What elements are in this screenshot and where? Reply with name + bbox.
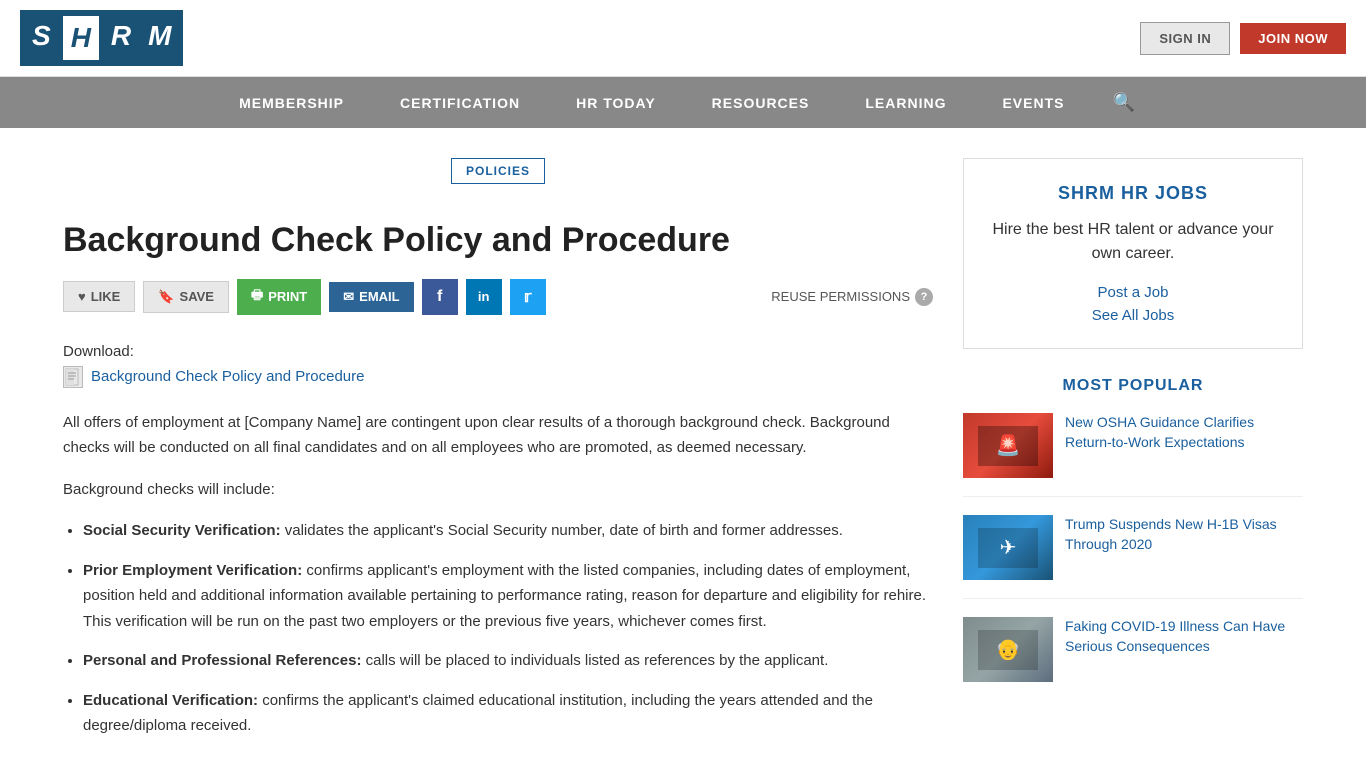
most-popular-title: MOST POPULAR [963,377,1303,395]
download-section: Download: Background Check Policy and Pr… [63,343,933,388]
nav-item-membership[interactable]: MEMBERSHIP [211,80,372,126]
email-label: EMAIL [359,289,399,304]
content-area: POLICIES Background Check Policy and Pro… [63,158,933,753]
main-container: POLICIES Background Check Policy and Pro… [43,128,1323,783]
nav-item-resources[interactable]: RESOURCES [684,80,838,126]
sidebar: SHRM HR JOBS Hire the best HR talent or … [963,158,1303,753]
see-all-jobs-link[interactable]: See All Jobs [984,307,1282,324]
download-label: Download: [63,343,933,360]
site-header: S H R M SIGN IN JOIN NOW [0,0,1366,77]
reuse-permissions[interactable]: REUSE PERMISSIONS ? [771,288,933,306]
logo-r: R [103,14,139,62]
article-thumb-3: 👴 [963,617,1053,682]
popular-article-title-3[interactable]: Faking COVID-19 Illness Can Have Serious… [1065,617,1303,682]
logo-s: S [24,14,59,62]
download-link[interactable]: Background Check Policy and Procedure [63,366,933,388]
hr-jobs-box: SHRM HR JOBS Hire the best HR talent or … [963,158,1303,349]
twitter-icon: 𝕣 [524,287,532,307]
logo-h: H [61,14,101,62]
article-thumb-1: 🚨 [963,413,1053,478]
main-nav: MEMBERSHIP CERTIFICATION HR TODAY RESOUR… [0,77,1366,128]
category-tag[interactable]: POLICIES [451,158,545,184]
hr-jobs-title: SHRM HR JOBS [984,183,1282,204]
linkedin-icon: in [478,289,490,304]
nav-item-hr-today[interactable]: HR TODAY [548,80,684,126]
question-icon: ? [915,288,933,306]
nav-item-certification[interactable]: CERTIFICATION [372,80,548,126]
checks-list: Social Security Verification: validates … [83,518,933,739]
check-term-2: Prior Employment Verification: [83,562,302,579]
join-button[interactable]: JOIN NOW [1240,23,1346,54]
header-actions: SIGN IN JOIN NOW [1140,22,1346,55]
check-item-2: Prior Employment Verification: confirms … [83,558,933,635]
print-button[interactable]: 🖶 PRINT [237,279,321,315]
like-button[interactable]: ♥ LIKE [63,281,135,312]
signin-button[interactable]: SIGN IN [1140,22,1230,55]
save-label: SAVE [180,289,214,304]
linkedin-button[interactable]: in [466,279,502,315]
popular-article-2: ✈ Trump Suspends New H-1B Visas Through … [963,515,1303,599]
most-popular-section: MOST POPULAR 🚨 New OSHA Guidance Clarifi… [963,377,1303,700]
article-thumb-2: ✈ [963,515,1053,580]
popular-article-title-2[interactable]: Trump Suspends New H-1B Visas Through 20… [1065,515,1303,580]
logo[interactable]: S H R M [20,10,183,66]
hr-jobs-links: Post a Job See All Jobs [984,284,1282,324]
nav-item-events[interactable]: EVENTS [974,80,1092,126]
nav-item-learning[interactable]: LEARNING [837,80,974,126]
check-term-3: Personal and Professional References: [83,652,361,669]
check-term-1: Social Security Verification: [83,522,281,539]
checks-intro: Background checks will include: [63,477,933,503]
check-desc-3: calls will be placed to individuals list… [366,652,829,669]
hr-jobs-text: Hire the best HR talent or advance your … [984,218,1282,266]
popular-article-3: 👴 Faking COVID-19 Illness Can Have Serio… [963,617,1303,700]
search-icon[interactable]: 🔍 [1092,77,1154,128]
logo-m: M [140,14,179,62]
article-title: Background Check Policy and Procedure [63,220,933,261]
download-link-text: Background Check Policy and Procedure [91,368,365,385]
check-item-4: Educational Verification: confirms the a… [83,688,933,739]
print-label: PRINT [268,289,307,304]
post-job-link[interactable]: Post a Job [984,284,1282,301]
check-item-1: Social Security Verification: validates … [83,518,933,544]
facebook-button[interactable]: f [422,279,458,315]
like-label: LIKE [91,289,121,304]
document-icon [63,366,83,388]
popular-article-1: 🚨 New OSHA Guidance Clarifies Return-to-… [963,413,1303,497]
popular-article-title-1[interactable]: New OSHA Guidance Clarifies Return-to-Wo… [1065,413,1303,478]
print-icon: 🖶 [251,286,263,308]
email-button[interactable]: ✉ EMAIL [329,282,413,312]
save-button[interactable]: 🔖 SAVE [143,281,229,313]
action-bar: ♥ LIKE 🔖 SAVE 🖶 PRINT ✉ EMAIL f in [63,279,933,315]
twitter-button[interactable]: 𝕣 [510,279,546,315]
facebook-icon: f [437,288,442,306]
bookmark-icon: 🔖 [158,289,174,305]
heart-icon: ♥ [78,289,86,304]
email-icon: ✉ [343,289,354,305]
article-intro: All offers of employment at [Company Nam… [63,410,933,461]
check-term-4: Educational Verification: [83,692,258,709]
article-body: All offers of employment at [Company Nam… [63,410,933,739]
check-item-3: Personal and Professional References: ca… [83,648,933,674]
check-desc-1: validates the applicant's Social Securit… [285,522,843,539]
reuse-label: REUSE PERMISSIONS [771,289,910,304]
